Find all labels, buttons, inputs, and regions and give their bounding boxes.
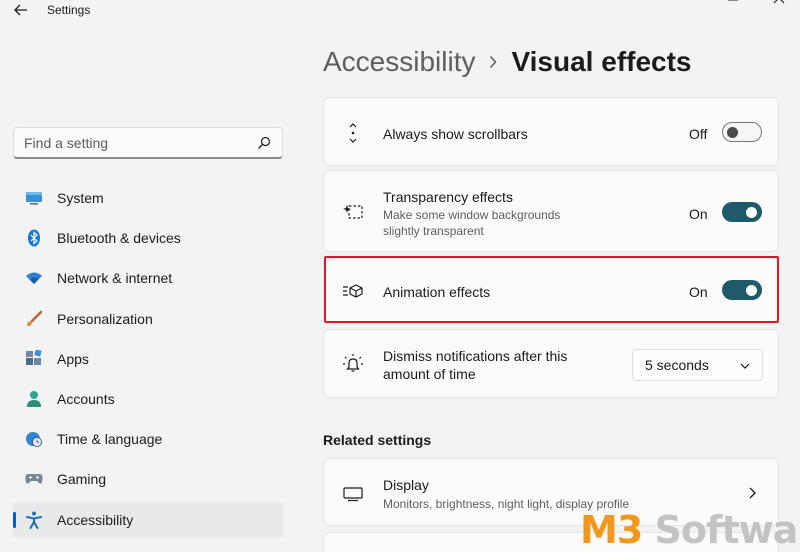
setting-title: Always show scrollbars bbox=[383, 126, 528, 142]
close-button[interactable] bbox=[756, 0, 800, 8]
chevron-right-icon bbox=[749, 486, 756, 504]
toggle-state-label: On bbox=[689, 206, 708, 222]
toggle-knob bbox=[727, 126, 738, 138]
sidebar-item-accessibility[interactable]: Accessibility bbox=[13, 501, 283, 538]
transparency-icon bbox=[342, 201, 364, 223]
search-icon[interactable] bbox=[256, 135, 272, 151]
gamepad-icon bbox=[25, 470, 43, 488]
sidebar-item-apps[interactable]: Apps bbox=[13, 341, 283, 377]
setting-scrollbars: Always show scrollbars Off bbox=[323, 97, 779, 166]
minimize-button[interactable] bbox=[660, 0, 706, 8]
breadcrumb: Accessibility Visual effects bbox=[323, 42, 692, 82]
maximize-button[interactable] bbox=[710, 0, 756, 8]
setting-title: Transparency effects bbox=[383, 189, 513, 205]
back-arrow-icon bbox=[14, 4, 27, 16]
person-icon bbox=[25, 390, 43, 408]
setting-transparency: Transparency effects Make some window ba… bbox=[323, 170, 779, 252]
display-icon bbox=[342, 483, 364, 505]
select-value: 5 seconds bbox=[645, 357, 709, 373]
sidebar-item-gaming[interactable]: Gaming bbox=[13, 461, 283, 497]
scrollbars-toggle[interactable] bbox=[722, 122, 762, 142]
sidebar-item-network[interactable]: Network & internet bbox=[13, 260, 283, 296]
setting-title: Dismiss notifications after this amount … bbox=[383, 348, 568, 382]
sidebar-item-label: System bbox=[57, 190, 104, 206]
sidebar-item-label: Gaming bbox=[57, 471, 107, 488]
section-title-related: Related settings bbox=[323, 432, 432, 448]
apps-icon bbox=[25, 349, 43, 368]
toggle-state-label: Off bbox=[689, 126, 708, 142]
bluetooth-icon bbox=[25, 229, 43, 247]
title-bar: Settings bbox=[0, 0, 800, 22]
toggle-knob bbox=[746, 206, 757, 218]
sidebar-item-bluetooth[interactable]: Bluetooth & devices bbox=[13, 220, 283, 256]
notification-duration-select[interactable]: 5 seconds bbox=[632, 349, 763, 381]
setting-notifications: Dismiss notifications after this amount … bbox=[323, 329, 779, 398]
sidebar-item-label: Accessibility bbox=[57, 511, 134, 528]
chevron-down-icon bbox=[740, 356, 750, 374]
sidebar-item-accounts[interactable]: Accounts bbox=[13, 381, 283, 417]
breadcrumb-parent[interactable]: Accessibility bbox=[323, 46, 475, 78]
monitor-icon bbox=[25, 189, 43, 207]
watermark-logo: M3 Software bbox=[580, 508, 800, 552]
globe-clock-icon bbox=[25, 430, 43, 448]
sidebar-item-system[interactable]: System bbox=[13, 180, 283, 216]
wifi-icon bbox=[25, 269, 43, 287]
sidebar-item-personalization[interactable]: Personalization bbox=[13, 301, 283, 337]
sidebar-item-label: Apps bbox=[57, 350, 89, 367]
sidebar-item-label: Personalization bbox=[57, 310, 153, 327]
notification-bell-icon bbox=[342, 353, 364, 375]
sidebar-item-label: Time & language bbox=[57, 431, 163, 448]
sidebar-item-label: Accounts bbox=[57, 390, 115, 407]
transparency-toggle[interactable] bbox=[722, 202, 762, 222]
sidebar-nav: System Bluetooth & devices Network & int… bbox=[13, 180, 283, 542]
sidebar-item-label: Network & internet bbox=[57, 270, 173, 287]
highlight-box bbox=[324, 256, 779, 323]
setting-title: Display bbox=[383, 477, 429, 493]
search-box[interactable] bbox=[13, 127, 283, 159]
app-title: Settings bbox=[47, 3, 91, 17]
maximize-icon bbox=[728, 0, 738, 1]
watermark-suffix: Software bbox=[654, 508, 800, 552]
sidebar-item-time-language[interactable]: Time & language bbox=[13, 421, 283, 457]
close-icon bbox=[773, 0, 785, 4]
page-title: Visual effects bbox=[511, 46, 692, 77]
chevron-right-icon bbox=[489, 55, 497, 69]
sidebar-item-label: Bluetooth & devices bbox=[57, 230, 181, 247]
watermark-prefix: M3 bbox=[580, 508, 643, 552]
scrollbar-icon bbox=[342, 122, 364, 144]
accessibility-icon bbox=[25, 511, 43, 529]
back-button[interactable] bbox=[10, 1, 32, 19]
setting-description: Make some window backgrounds slightly tr… bbox=[383, 208, 561, 238]
search-input[interactable] bbox=[24, 134, 256, 151]
brush-icon bbox=[25, 310, 43, 328]
